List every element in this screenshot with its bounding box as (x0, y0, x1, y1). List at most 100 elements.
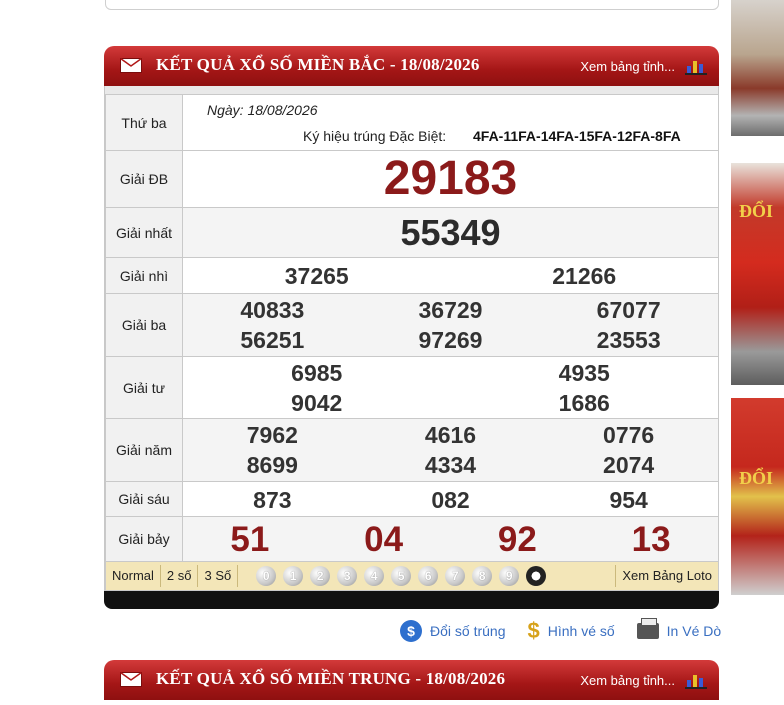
prize-number[interactable]: 6985 (291, 360, 342, 387)
prize-number[interactable]: 04 (364, 520, 403, 560)
shop-sign-text: ĐỔI (739, 201, 774, 221)
previous-panel-bottom (105, 0, 719, 10)
prize-row-g6: Giải sáu 873 082 954 (105, 481, 719, 517)
prize-number[interactable]: 873 (253, 487, 291, 514)
prize-values: 40833 36729 67077 56251 97269 23553 (182, 293, 719, 357)
prize-label: Giải năm (105, 418, 183, 482)
north-panel-header: KẾT QUẢ XỔ SỐ MIỀN BẮC - 18/08/2026 Xem … (104, 46, 719, 86)
prize-number[interactable]: 2074 (603, 452, 654, 479)
prize-label: Giải tư (105, 356, 183, 419)
prize-label: Giải nhất (105, 207, 183, 258)
prize-number[interactable]: 954 (609, 487, 647, 514)
central-results-panel: KẾT QUẢ XỔ SỐ MIỀN TRUNG - 18/08/2026 Xe… (104, 660, 719, 700)
prize-number[interactable]: 8699 (247, 452, 298, 479)
prize-values: 51 04 92 13 (182, 516, 719, 562)
prize-number[interactable]: 4616 (425, 422, 476, 449)
shop-sign-text: ĐỔI (739, 468, 774, 488)
prize-number[interactable]: 4334 (425, 452, 476, 479)
two-digit-mode-button[interactable]: 2 số (161, 565, 199, 587)
prize-number[interactable]: 55349 (400, 212, 500, 254)
yin-yang-icon[interactable] (526, 566, 547, 586)
prize-values: 6985 4935 9042 1686 (182, 356, 719, 419)
prize-number[interactable]: 97269 (419, 327, 483, 354)
display-toolbar: Normal 2 số 3 Số 0 1 2 3 4 5 6 7 8 9 Xem… (105, 562, 719, 591)
change-number-label: Đổi số trúng (430, 623, 506, 639)
digit-filter-balls: 0 1 2 3 4 5 6 7 8 9 (256, 566, 547, 586)
dollar-icon: $ (527, 618, 540, 643)
digit-ball[interactable]: 9 (499, 566, 520, 586)
special-code-label: Ký hiệu trúng Đặc Biệt: (303, 128, 447, 144)
envelope-icon (120, 672, 142, 687)
digit-ball[interactable]: 8 (472, 566, 493, 586)
prize-row-g5: Giải năm 7962 4616 0776 8699 4334 2074 (105, 418, 719, 482)
prize-number[interactable]: 1686 (559, 390, 610, 417)
ticket-image-label: Hình vé số (547, 623, 615, 639)
digit-ball[interactable]: 1 (283, 566, 304, 586)
bar-chart-icon[interactable] (685, 57, 707, 75)
prize-number[interactable]: 21266 (552, 263, 616, 290)
day-label: Thứ ba (105, 94, 183, 151)
north-panel-body: Thứ ba Ngày: 18/08/2026 Ký hiệu trúng Đặ… (104, 86, 719, 591)
prize-number[interactable]: 67077 (597, 297, 661, 324)
digit-ball[interactable]: 6 (418, 566, 439, 586)
special-prize-number[interactable]: 29183 (384, 151, 517, 206)
prize-row-g7: Giải bảy 51 04 92 13 (105, 516, 719, 562)
prize-number[interactable]: 4935 (559, 360, 610, 387)
prize-number[interactable]: 36729 (419, 297, 483, 324)
prize-label: Giải bảy (105, 516, 183, 562)
print-ticket-label: In Vé Dò (666, 623, 722, 639)
prize-number[interactable]: 51 (230, 520, 269, 560)
print-ticket-link[interactable]: In Vé Dò (636, 618, 722, 642)
digit-ball[interactable]: 0 (256, 566, 277, 586)
prize-label: Giải sáu (105, 481, 183, 517)
special-code-value: 4FA-11FA-14FA-15FA-12FA-8FA (473, 128, 681, 144)
change-number-link[interactable]: $ Đổi số trúng (400, 620, 505, 642)
prize-number[interactable]: 40833 (240, 297, 304, 324)
ticket-image-link[interactable]: $ Hình vé số (527, 620, 614, 642)
digit-ball[interactable]: 5 (391, 566, 412, 586)
prize-number[interactable]: 56251 (240, 327, 304, 354)
printer-icon (636, 618, 659, 639)
normal-mode-button[interactable]: Normal (106, 565, 161, 587)
prize-number[interactable]: 0776 (603, 422, 654, 449)
prize-row-db: Giải ĐB 29183 (105, 150, 719, 208)
side-banner-image[interactable]: ĐỔI (731, 398, 784, 595)
prize-row-g2: Giải nhì 37265 21266 (105, 257, 719, 294)
prize-number[interactable]: 7962 (247, 422, 298, 449)
envelope-icon (120, 58, 142, 73)
prize-number[interactable]: 13 (632, 520, 671, 560)
north-results-panel: KẾT QUẢ XỔ SỐ MIỀN BẮC - 18/08/2026 Xem … (104, 46, 719, 609)
digit-ball[interactable]: 3 (337, 566, 358, 586)
prize-row-g3: Giải ba 40833 36729 67077 56251 97269 23… (105, 293, 719, 357)
prize-values: 55349 (182, 207, 719, 258)
prize-label: Giải ba (105, 293, 183, 357)
prize-row-g4: Giải tư 6985 4935 9042 1686 (105, 356, 719, 419)
draw-date: Ngày: 18/08/2026 (207, 102, 318, 118)
central-panel-title: KẾT QUẢ XỔ SỐ MIỀN TRUNG - 18/08/2026 (156, 669, 506, 688)
central-panel-header: KẾT QUẢ XỔ SỐ MIỀN TRUNG - 18/08/2026 Xe… (104, 660, 719, 700)
dollar-coin-icon: $ (400, 620, 422, 642)
prize-label: Giải nhì (105, 257, 183, 294)
bar-chart-icon[interactable] (685, 671, 707, 689)
side-banner-image[interactable]: ĐỔI (731, 163, 784, 385)
info-row: Thứ ba Ngày: 18/08/2026 Ký hiệu trúng Đặ… (105, 94, 719, 151)
prize-row-g1: Giải nhất 55349 (105, 207, 719, 258)
loto-table-button[interactable]: Xem Bảng Loto (615, 565, 718, 587)
view-province-table-link[interactable]: Xem bảng tỉnh... (580, 673, 675, 688)
prize-number[interactable]: 23553 (597, 327, 661, 354)
panel-footer (104, 591, 719, 609)
prize-number[interactable]: 92 (498, 520, 537, 560)
side-banner-image[interactable] (731, 0, 784, 136)
digit-ball[interactable]: 7 (445, 566, 466, 586)
prize-values: 873 082 954 (182, 481, 719, 517)
north-panel-title: KẾT QUẢ XỔ SỐ MIỀN BẮC - 18/08/2026 (156, 55, 480, 74)
three-digit-mode-button[interactable]: 3 Số (198, 565, 239, 587)
digit-ball[interactable]: 2 (310, 566, 331, 586)
prize-number[interactable]: 082 (431, 487, 469, 514)
prize-number[interactable]: 37265 (285, 263, 349, 290)
prize-number[interactable]: 9042 (291, 390, 342, 417)
view-province-table-link[interactable]: Xem bảng tỉnh... (580, 59, 675, 74)
digit-ball[interactable]: 4 (364, 566, 385, 586)
prize-values: 7962 4616 0776 8699 4334 2074 (182, 418, 719, 482)
prize-label: Giải ĐB (105, 150, 183, 208)
